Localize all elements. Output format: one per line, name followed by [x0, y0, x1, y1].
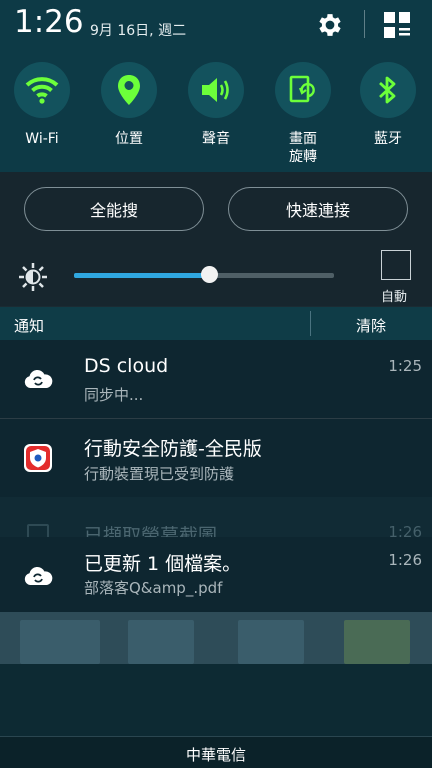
- brightness-icon: [19, 263, 47, 291]
- notification-file-updated[interactable]: 已更新 1 個檔案。 部落客Q&amp_.pdf 1:26: [0, 537, 432, 612]
- qs-rotation[interactable]: 畫面 旋轉: [263, 60, 343, 166]
- action-buttons-row: 全能搜 快速連接: [0, 172, 432, 248]
- qs-bluetooth-label: 藍牙: [374, 131, 402, 147]
- carrier-name: 中華電信: [185, 746, 246, 764]
- cloud-sync-icon: [24, 369, 53, 388]
- qs-wifi[interactable]: Wi-Fi: [2, 60, 82, 148]
- location-pin-icon: [118, 75, 140, 105]
- date-label: 9月 16日, 週二: [90, 23, 187, 39]
- carrier-bar: 中華電信: [0, 736, 432, 768]
- grid-edit-icon: [384, 12, 410, 38]
- clock: 1:26: [14, 4, 84, 40]
- qs-location[interactable]: 位置: [89, 60, 169, 148]
- quick-panel: 1:26 9月 16日, 週二 Wi-Fi 位置 聲音 畫面 旋轉 藍牙: [0, 0, 432, 172]
- background-peek: [0, 612, 432, 664]
- notification-subtitle: 部落客Q&amp_.pdf: [84, 579, 223, 597]
- status-row: 1:26 9月 16日, 週二: [0, 0, 432, 50]
- qs-rotation-label: 畫面 旋轉: [289, 131, 317, 165]
- notification-screenshot[interactable]: 已擷取螢幕截圖 1:26: [0, 497, 432, 537]
- brightness-fill: [74, 273, 209, 278]
- wifi-icon: [25, 77, 59, 104]
- notification-subtitle: 同步中...: [84, 386, 144, 404]
- notification-title: 已擷取螢幕截圖: [84, 525, 218, 537]
- divider: [310, 311, 311, 336]
- qs-sound[interactable]: 聲音: [176, 60, 256, 148]
- auto-brightness-checkbox[interactable]: [381, 250, 411, 280]
- cloud-sync-icon: [24, 566, 53, 585]
- bluetooth-icon: [379, 76, 396, 104]
- screen-rotation-icon: [289, 75, 315, 103]
- notification-ds-cloud[interactable]: DS cloud 同步中... 1:25: [0, 340, 432, 418]
- speaker-icon: [202, 78, 229, 102]
- notification-title: 行動安全防護-全民版: [84, 438, 262, 460]
- screenshot-icon: [27, 524, 49, 537]
- qs-sound-label: 聲音: [202, 131, 230, 147]
- edit-quick-settings-button[interactable]: [380, 8, 414, 42]
- notification-title: 通知: [14, 317, 45, 335]
- gear-icon: [319, 14, 341, 36]
- quick-settings-row: Wi-Fi 位置 聲音 畫面 旋轉 藍牙: [0, 60, 432, 170]
- divider: [364, 10, 365, 38]
- settings-button[interactable]: [312, 7, 348, 43]
- brightness-row: 自動: [0, 248, 432, 306]
- notification-mobile-security[interactable]: 行動安全防護-全民版 行動裝置現已受到防護: [0, 419, 432, 497]
- notification-subtitle: 行動裝置現已受到防護: [84, 465, 235, 483]
- notification-header: 通知 清除: [0, 307, 432, 340]
- security-shield-icon: [24, 444, 52, 472]
- auto-brightness-label: 自動: [381, 290, 408, 305]
- clear-button[interactable]: 清除: [356, 315, 386, 336]
- panel-empty-area: [0, 664, 432, 736]
- quick-connect-button[interactable]: 快速連接: [228, 187, 408, 231]
- notification-time: 1:26: [388, 551, 422, 569]
- qs-wifi-label: Wi-Fi: [25, 131, 59, 147]
- notification-title: DS cloud: [84, 355, 169, 377]
- notification-time: 1:26: [388, 523, 422, 537]
- notification-title: 已更新 1 個檔案。: [84, 553, 242, 575]
- notification-time: 1:25: [388, 357, 422, 375]
- brightness-thumb[interactable]: [201, 266, 218, 283]
- qs-location-label: 位置: [115, 131, 143, 147]
- s-finder-button[interactable]: 全能搜: [24, 187, 204, 231]
- qs-bluetooth[interactable]: 藍牙: [348, 60, 428, 148]
